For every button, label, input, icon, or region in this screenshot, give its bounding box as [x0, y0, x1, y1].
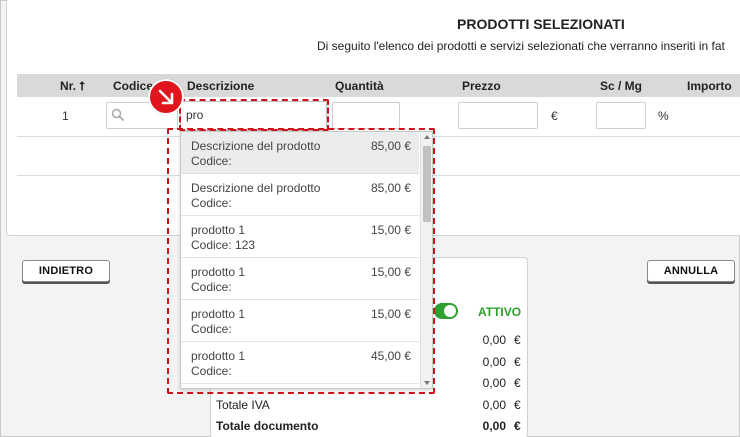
dropdown-item[interactable]: prodotto 1 Codice: 45,00 € [181, 342, 419, 384]
dropdown-item-code: Codice: [191, 322, 232, 336]
dropdown-scrollbar[interactable] [420, 132, 432, 388]
panel-title: PRODOTTI SELEZIONATI [457, 16, 625, 32]
scroll-down-icon[interactable] [424, 381, 430, 385]
column-header-description[interactable]: Descrizione [187, 79, 254, 93]
dropdown-item-price: 45,00 € [370, 349, 411, 363]
price-input[interactable] [458, 102, 538, 129]
total-iva-value: 0,00 [482, 398, 506, 412]
price-currency: € [551, 109, 558, 123]
column-header-number[interactable]: Nr. ⭡ [60, 79, 85, 94]
total-document-currency: € [514, 419, 521, 433]
column-header-price[interactable]: Prezzo [462, 79, 501, 93]
dropdown-item-code: Codice: [191, 154, 232, 168]
scroll-up-icon[interactable] [424, 135, 430, 139]
dropdown-item-price: 85,00 € [370, 139, 411, 153]
discount-input[interactable] [596, 102, 646, 129]
column-header-amount[interactable]: Importo [687, 79, 732, 93]
column-header-quantity[interactable]: Quantità [335, 79, 384, 93]
dropdown-item[interactable]: prodotto 1 Codice: 123 15,00 € [181, 216, 419, 258]
dropdown-item[interactable]: Descrizione del prodotto Codice: 85,00 € [181, 132, 419, 174]
dropdown-item-code: Codice: [191, 196, 232, 210]
dropdown-item-name: Descrizione del prodotto [191, 139, 321, 153]
cancel-button[interactable]: ANNULLA [647, 260, 735, 282]
total-iva-label: Totale IVA [216, 398, 270, 412]
dropdown-item-price: 85,00 € [370, 181, 411, 195]
summary-value: 0,00 [482, 376, 506, 390]
dropdown-item-price: 15,00 € [370, 265, 411, 279]
summary-currency: € [514, 355, 521, 369]
dropdown-item-code: Codice: [191, 364, 232, 378]
step-badge [148, 79, 184, 115]
dropdown-item-code: Codice: [191, 280, 232, 294]
dropdown-item[interactable]: prodotto 1 Codice: 15,00 € [181, 258, 419, 300]
dropdown-item[interactable]: prodotto 1 Codice: 15,00 € [181, 300, 419, 342]
panel-subtitle: Di seguito l'elenco dei prodotti e servi… [317, 39, 725, 53]
dropdown-item-code: Codice: 123 [191, 238, 256, 252]
discount-percent: % [658, 109, 669, 123]
dropdown-item[interactable]: Descrizione del prodotto Codice: 85,00 € [181, 174, 419, 216]
summary-currency: € [514, 376, 521, 390]
dropdown-item-name: prodotto 1 [191, 349, 246, 363]
autocomplete-dropdown: Descrizione del prodotto Codice: 85,00 €… [180, 131, 433, 389]
quantity-input[interactable] [332, 102, 400, 129]
dropdown-item-name: prodotto 1 [191, 265, 246, 279]
status-toggle[interactable] [434, 303, 458, 319]
column-header-code[interactable]: Codice [113, 79, 153, 93]
total-document-label: Totale documento [216, 419, 319, 433]
dropdown-item-name: prodotto 1 [191, 307, 246, 321]
total-document-value: 0,00 [482, 419, 506, 433]
toggle-knob [444, 305, 456, 317]
dropdown-item-price: 15,00 € [370, 223, 411, 237]
scrollbar-thumb[interactable] [423, 146, 431, 222]
dropdown-item-name: prodotto 1 [191, 223, 246, 237]
summary-currency: € [514, 333, 521, 347]
total-iva-currency: € [514, 398, 521, 412]
search-icon [111, 108, 125, 122]
dropdown-item-price: 15,00 € [370, 307, 411, 321]
summary-value: 0,00 [482, 355, 506, 369]
row-number: 1 [62, 109, 69, 123]
description-input[interactable]: pro [180, 101, 327, 131]
column-header-discount[interactable]: Sc / Mg [600, 79, 642, 93]
status-label: ATTIVO [478, 305, 522, 319]
back-button[interactable]: INDIETRO [22, 260, 110, 282]
arrow-down-right-icon [158, 89, 174, 105]
summary-value: 0,00 [482, 333, 506, 347]
dropdown-item-name: Descrizione del prodotto [191, 181, 321, 195]
